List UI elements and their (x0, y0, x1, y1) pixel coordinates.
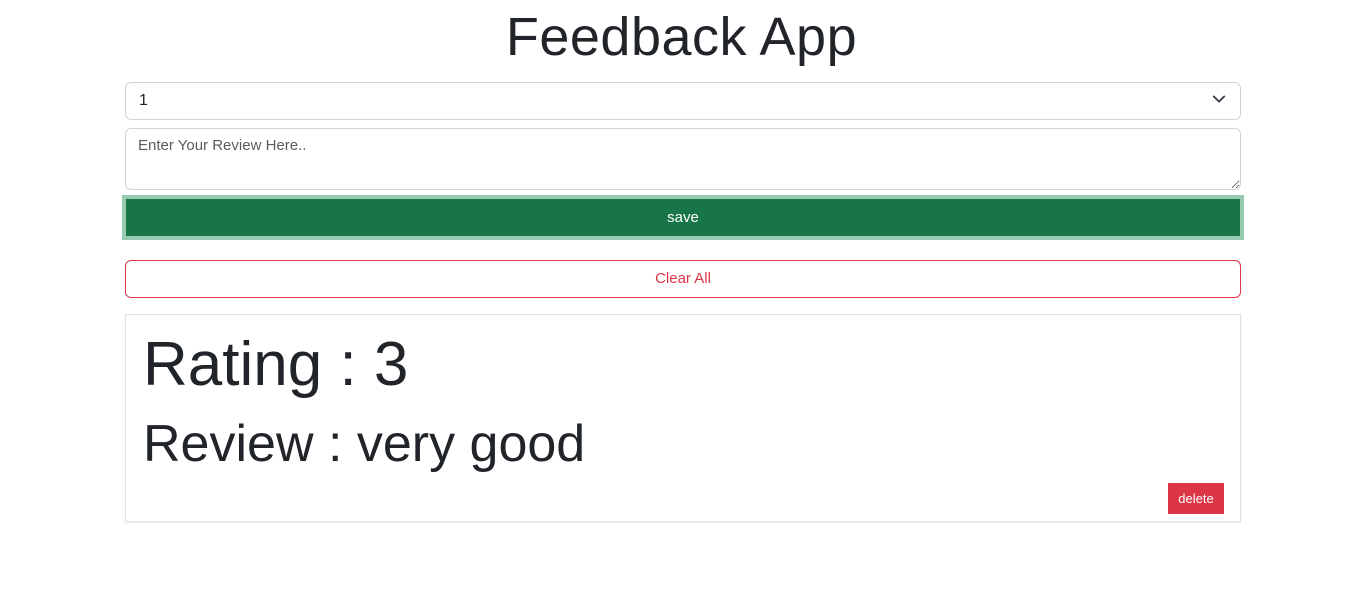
rating-select-value: 1 (139, 92, 148, 109)
clear-all-button[interactable]: Clear All (125, 260, 1241, 298)
rating-select[interactable]: 1 (125, 82, 1241, 120)
feedback-rating: Rating : 3 (143, 330, 409, 399)
feedback-review: Review : very good (143, 415, 586, 473)
app-title: Feedback App (505, 7, 858, 67)
review-input[interactable] (125, 128, 1241, 190)
chevron-down-icon (1212, 95, 1226, 103)
feedback-card: Rating : 3 Review : very good delete (125, 314, 1241, 522)
save-button[interactable]: save (122, 195, 1244, 240)
delete-button[interactable]: delete (1168, 483, 1224, 514)
